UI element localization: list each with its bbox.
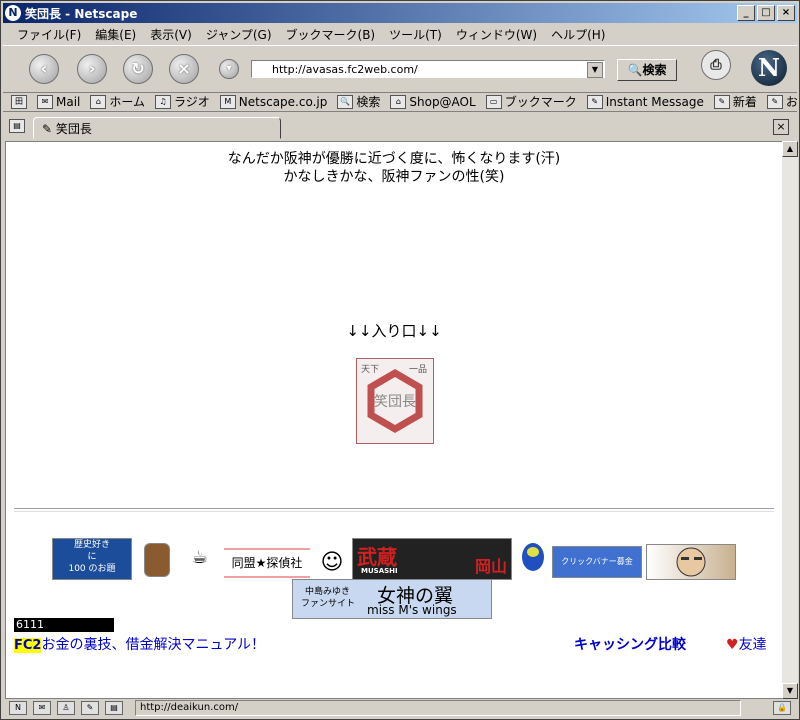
window-controls: _ □ × [737, 5, 795, 21]
tab-current[interactable]: ✎ 笑団長 [33, 117, 281, 139]
page-content: なんだか阪神が優勝に近づく度に、怖くなります(汗) かなしきかな、阪神ファンの性… [5, 141, 783, 699]
netscape-icon: N [5, 5, 21, 21]
bookmark-search[interactable]: 🔍 検索 [337, 93, 380, 110]
link-icon: ✎ [766, 94, 783, 109]
banner-barrel-icon[interactable] [144, 543, 170, 577]
fc2-badge: FC2 [14, 638, 42, 653]
browser-window: N 笑団長 - Netscape _ □ × ファイル(F) 編集(E) 表示(… [0, 0, 800, 720]
print-icon[interactable]: ⎙ [701, 50, 731, 80]
bookmark-home[interactable]: ⌂ ホーム [90, 93, 145, 110]
scroll-up-icon[interactable]: ▲ [782, 141, 798, 157]
banner-megami-no-tsubasa[interactable]: 中島みゆき ファンサイト 女神の翼 miss M's wings [292, 579, 492, 619]
url-text: http://avasas.fc2web.com/ [272, 63, 418, 76]
stamp-top-left: 天下 [361, 365, 379, 375]
link-icon: ✎ [713, 94, 730, 109]
window-title: 笑団長 - Netscape [25, 6, 138, 21]
menu-edit[interactable]: 編集(E) [95, 26, 136, 43]
fc2-ad-link[interactable]: FC2お金の裏技、借金解決マニュアル！ [14, 634, 265, 654]
menu-help[interactable]: ヘルプ(H) [551, 26, 605, 43]
banner-portrait[interactable] [646, 544, 736, 580]
banner-history[interactable]: 歴史好き に 100 のお題 [52, 538, 132, 580]
minimize-button[interactable]: _ [737, 5, 755, 21]
banner-face-icon[interactable]: ☺ [316, 548, 348, 578]
url-dropdown-icon[interactable]: ▼ [587, 62, 603, 78]
menu-bookmarks[interactable]: ブックマーク(B) [286, 26, 376, 43]
aim-icon[interactable]: ♙ [57, 701, 75, 715]
composer-icon[interactable]: ✎ [81, 701, 99, 715]
message-line-2: かなしきかな、阪神ファンの性(笑) [283, 169, 505, 185]
entrance-stamp-link[interactable]: 天下 一品 笑団長 [356, 358, 434, 444]
menu-file[interactable]: ファイル(F) [17, 26, 81, 43]
message-line-1: なんだか阪神が優勝に近づく度に、怖くなります(汗) [227, 151, 561, 167]
visitor-counter: 6111 [14, 618, 114, 632]
netscape-logo-icon[interactable]: N [751, 50, 787, 86]
security-lock-icon[interactable]: 🔒 [773, 701, 791, 715]
vertical-scrollbar[interactable]: ▲ ▼ [782, 141, 798, 699]
status-bar: N ✉ ♙ ✎ ▤ http://deaikun.com/ 🔒 [3, 699, 797, 717]
banner-musashi[interactable]: 武蔵 MUSASHI 岡山 [352, 538, 512, 580]
banner-cup-icon[interactable]: ☕ [182, 548, 218, 568]
tab-menu-icon[interactable]: ▤ [9, 119, 25, 133]
menu-go[interactable]: ジャンプ(G) [206, 26, 272, 43]
menu-window[interactable]: ウィンドウ(W) [456, 26, 537, 43]
close-button[interactable]: × [777, 5, 795, 21]
mail-icon[interactable]: ✉ [33, 701, 51, 715]
search-button[interactable]: 🔍検索 [617, 59, 677, 81]
radio-icon: ♫ [155, 94, 172, 109]
bookmark-shop[interactable]: ⌂ Shop@AOL [390, 94, 476, 109]
stamp-image: 天下 一品 笑団長 [361, 364, 427, 434]
bookmark-recommend[interactable]: ✎お勧め [766, 93, 797, 110]
banner-click-donation[interactable]: クリックバナー募金 [552, 546, 642, 578]
address-book-icon[interactable]: ▤ [105, 701, 123, 715]
scroll-down-icon[interactable]: ▼ [782, 683, 798, 699]
netscape-status-icon[interactable]: N [9, 701, 27, 715]
search-icon: 🔍 [337, 94, 354, 109]
personal-toolbar: 田 ✉ Mail ⌂ ホーム ♫ ラジオ M Netscape.co.jp 🔍 検索 ⌂ S… [3, 92, 797, 112]
stop-icon[interactable]: × [169, 54, 199, 84]
link-icon: ✎ [586, 94, 603, 109]
bookmark-new[interactable]: ✎ 新着 [713, 93, 757, 110]
close-tab-icon[interactable]: × [773, 119, 789, 135]
entrance-label: ↓↓入り口↓↓ [346, 322, 442, 340]
status-url: http://deaikun.com/ [135, 700, 741, 716]
url-field[interactable]: http://avasas.fc2web.com/ ▼ [251, 60, 605, 78]
menu-bar: ファイル(F) 編集(E) 表示(V) ジャンプ(G) ブックマーク(B) ツー… [3, 24, 797, 44]
title-bar: N 笑団長 - Netscape _ □ × [3, 3, 797, 23]
heart-icon: ♥ [726, 637, 739, 653]
bookmark-netscape[interactable]: M Netscape.co.jp [219, 94, 327, 109]
cashing-compare-link[interactable]: キャッシング比較 [574, 634, 686, 654]
menu-view[interactable]: 表示(V) [150, 26, 192, 43]
back-icon[interactable]: ‹ [29, 54, 59, 84]
maximize-button[interactable]: □ [757, 5, 775, 21]
my-icon: M [219, 94, 236, 109]
banner-egg-icon[interactable] [518, 540, 548, 576]
folder-icon: ▭ [485, 94, 502, 109]
bookmark-radio[interactable]: ♫ ラジオ [155, 93, 210, 110]
bookmark-instant-message[interactable]: ✎ Instant Message [586, 94, 704, 109]
banner-detective[interactable]: 同盟★探偵社 [224, 548, 310, 578]
home-icon: ⌂ [90, 94, 107, 109]
shop-icon: ⌂ [390, 94, 407, 109]
bookmark-folder[interactable]: ▭ ブックマーク [485, 93, 577, 110]
navigation-toolbar: ‹ › ↻ × ▾ http://avasas.fc2web.com/ ▼ 🔍検… [3, 45, 797, 93]
menu-tools[interactable]: ツール(T) [389, 26, 442, 43]
horizontal-rule [14, 508, 774, 512]
stamp-center: 笑団長 [374, 394, 416, 410]
reload-icon[interactable]: ↻ [123, 54, 153, 84]
mail-icon: ✉ [37, 94, 53, 109]
history-dropdown-icon[interactable]: ▾ [219, 59, 239, 79]
forward-icon[interactable]: › [77, 54, 107, 84]
bookmark-mail[interactable]: ✉ Mail [37, 94, 80, 109]
friends-link[interactable]: ♥友達 [726, 634, 767, 654]
tab-bar: ▤ ✎ 笑団長 × [3, 114, 797, 140]
stamp-top-right: 一品 [409, 364, 427, 375]
toolbar-home-tab-icon[interactable]: 田 [11, 94, 27, 109]
